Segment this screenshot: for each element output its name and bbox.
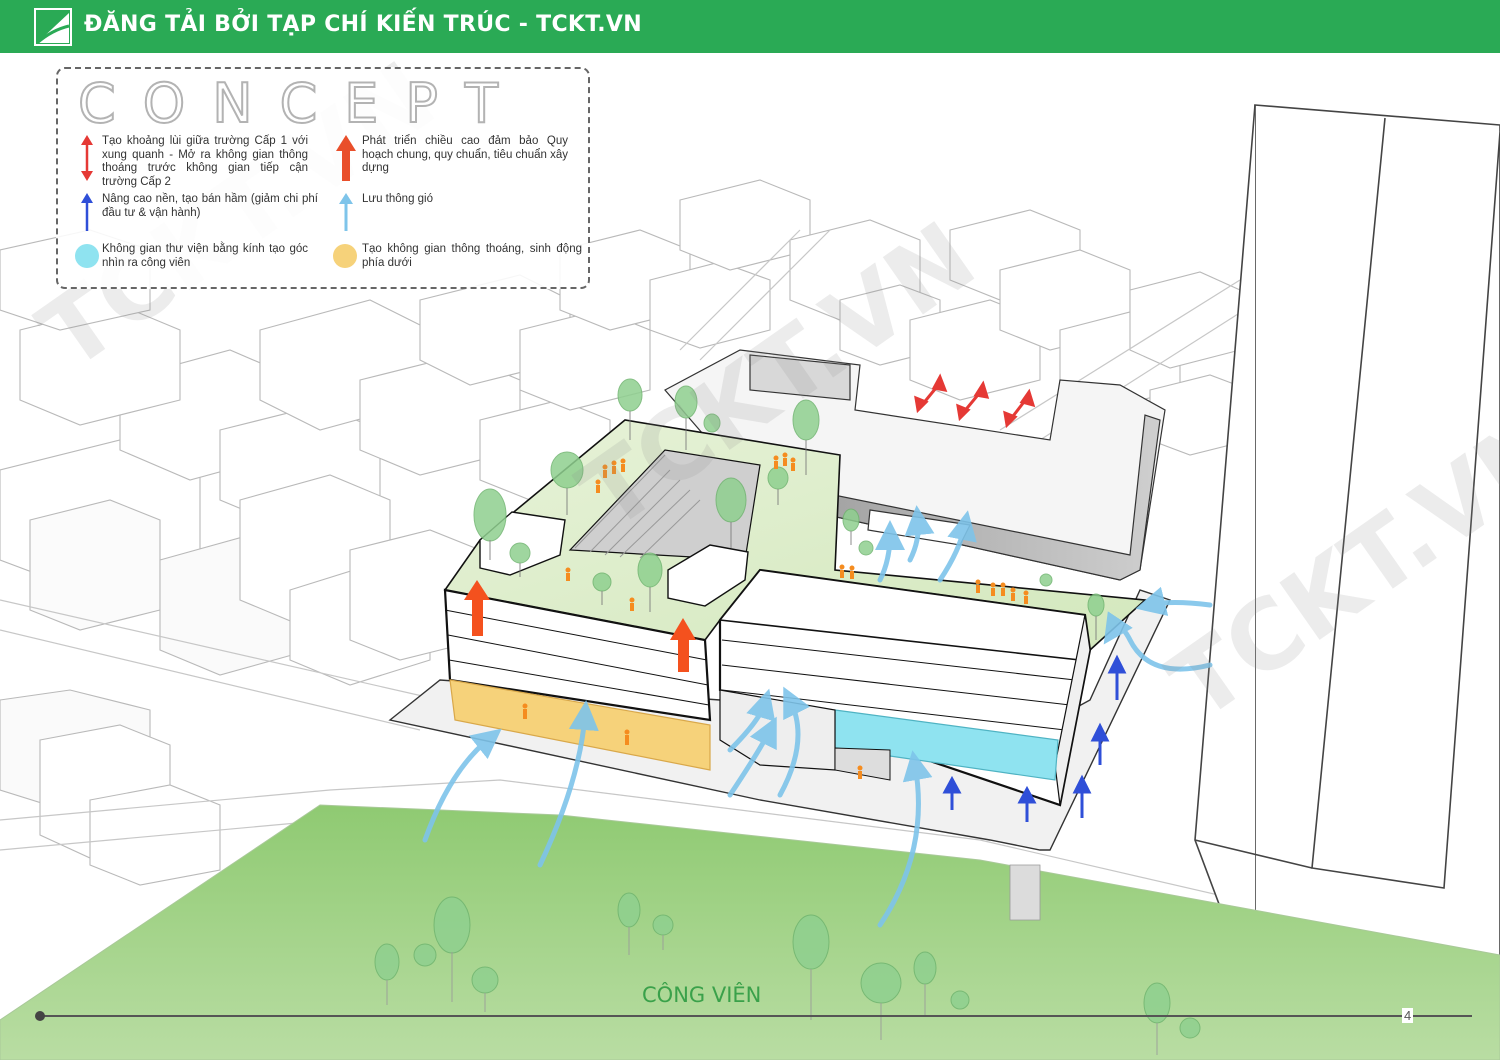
light-blue-arrow-icon (336, 193, 356, 236)
double-red-arrow-icon (78, 135, 98, 186)
legend-item-label: Tạo khoảng lùi giữa trường Cấp 1 với xun… (102, 135, 308, 188)
legend-item-ventilation: Lưu thông gió (336, 193, 568, 236)
legend-item-label: Phát triển chiều cao đảm bảo Quy hoạch c… (362, 135, 568, 174)
blue-up-arrow-icon (78, 193, 98, 236)
cyan-circle-icon (74, 243, 100, 274)
park-label: CÔNG VIÊN (642, 983, 762, 1007)
park-steps (1009, 864, 1041, 921)
concept-legend: CONCEPT Tạo khoảng lùi giữa trường Cấp 1… (56, 67, 590, 289)
architecture-magazine-logo-icon (34, 8, 72, 46)
legend-item-label: Lưu thông gió (362, 193, 434, 205)
orange-up-arrow-icon (336, 135, 356, 186)
legend-item-label: Tạo không gian thông thoáng, sinh động p… (362, 243, 582, 269)
legend-item-open-space: Tạo không gian thông thoáng, sinh động p… (332, 243, 582, 274)
legend-item-library: Không gian thư viện bằng kính tạo góc nh… (74, 243, 308, 274)
legend-item-height: Phát triển chiều cao đảm bảo Quy hoạch c… (336, 135, 568, 186)
yellow-circle-icon (332, 243, 358, 274)
page-number: 4 (1402, 1008, 1414, 1023)
page-divider-dot (35, 1011, 45, 1021)
legend-title: CONCEPT (77, 72, 525, 136)
legend-item-setback: Tạo khoảng lùi giữa trường Cấp 1 với xun… (78, 135, 308, 189)
header-banner: ĐĂNG TẢI BỞI TẠP CHÍ KIẾN TRÚC - TCKT.VN (0, 0, 1500, 53)
page-divider (40, 1015, 1472, 1017)
legend-item-label: Không gian thư viện bằng kính tạo góc nh… (102, 243, 308, 269)
tall-tower (1194, 104, 1500, 1041)
legend-item-label: Nâng cao nền, tạo bán hầm (giảm chi phí … (102, 193, 318, 219)
header-title: ĐĂNG TẢI BỞI TẠP CHÍ KIẾN TRÚC - TCKT.VN (84, 12, 642, 37)
legend-item-raise: Nâng cao nền, tạo bán hầm (giảm chi phí … (78, 193, 318, 236)
